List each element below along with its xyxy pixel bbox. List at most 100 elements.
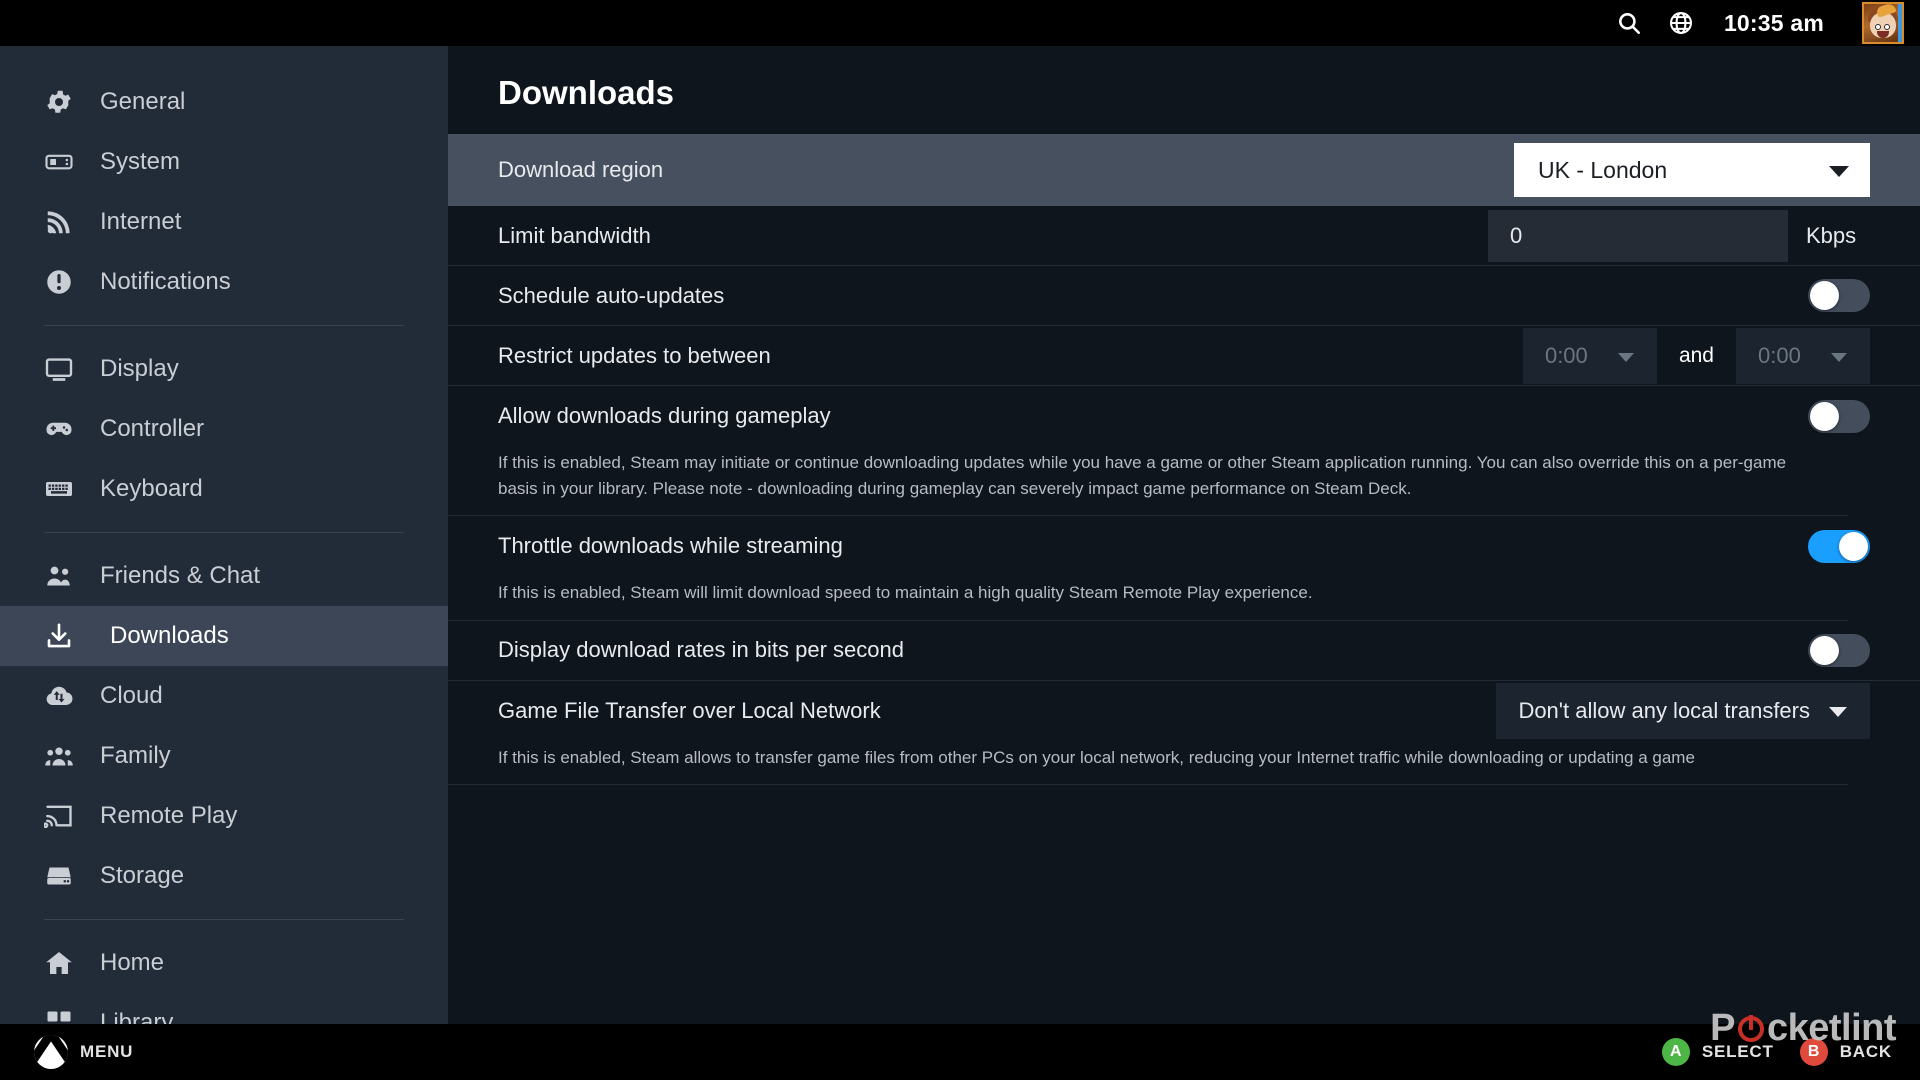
people-icon xyxy=(44,561,74,591)
sidebar-item-friends-chat[interactable]: Friends & Chat xyxy=(0,546,448,606)
sidebar-item-notifications[interactable]: Notifications xyxy=(0,252,448,312)
bits-per-second-toggle[interactable] xyxy=(1808,633,1870,667)
allow-downloads-gameplay-control[interactable] xyxy=(1808,399,1870,433)
avatar-eye-right xyxy=(1883,23,1890,30)
game-file-transfer-value: Don't allow any local transfers xyxy=(1518,697,1810,723)
limit-bandwidth-label: Limit bandwidth xyxy=(498,222,651,248)
schedule-auto-updates-toggle[interactable] xyxy=(1808,279,1870,312)
allow-downloads-gameplay-toggle[interactable] xyxy=(1808,399,1870,433)
restrict-updates-and-label: and xyxy=(1678,343,1714,367)
sidebar-item-remote-play[interactable]: Remote Play xyxy=(0,786,448,846)
bits-per-second-control[interactable] xyxy=(1808,633,1870,667)
schedule-auto-updates-control[interactable] xyxy=(1808,279,1870,312)
top-bar-icons: 10:35 am xyxy=(1616,2,1904,44)
select-action[interactable]: A SELECT xyxy=(1661,1038,1774,1066)
download-region-value: UK - London xyxy=(1538,156,1668,183)
throttle-streaming-label: Throttle downloads while streaming xyxy=(498,533,843,558)
game-file-transfer-control[interactable]: Don't allow any local transfers xyxy=(1496,682,1870,739)
row-throttle-streaming[interactable]: Throttle downloads while streaming xyxy=(448,516,1920,576)
limit-bandwidth-input[interactable]: 0 xyxy=(1488,209,1788,262)
sidebar-item-keyboard[interactable]: Keyboard xyxy=(0,459,448,519)
toggle-knob xyxy=(1810,401,1839,431)
sidebar-item-family[interactable]: Family xyxy=(0,726,448,786)
sidebar-item-downloads[interactable]: Downloads xyxy=(0,606,448,666)
sidebar-item-label: Friends & Chat xyxy=(100,562,261,589)
sidebar-item-system[interactable]: System xyxy=(0,132,448,192)
sidebar-item-label: Controller xyxy=(100,415,205,442)
top-bar: 10:35 am xyxy=(0,0,1920,46)
sidebar-item-label: Keyboard xyxy=(100,475,203,502)
sidebar-item-label: Home xyxy=(100,949,165,976)
download-region-control[interactable]: UK - London xyxy=(1514,143,1870,197)
row-bits-per-second[interactable]: Display download rates in bits per secon… xyxy=(448,621,1920,681)
keyboard-icon xyxy=(44,474,74,504)
row-game-file-transfer[interactable]: Game File Transfer over Local Network Do… xyxy=(448,681,1920,741)
sidebar-item-label: Internet xyxy=(100,208,182,235)
sidebar-item-display[interactable]: Display xyxy=(0,339,448,399)
throttle-streaming-description: If this is enabled, Steam will limit dow… xyxy=(448,576,1848,621)
download-region-dropdown[interactable]: UK - London xyxy=(1514,143,1870,197)
download-icon xyxy=(44,621,74,651)
sidebar-item-label: Cloud xyxy=(100,682,163,709)
sidebar-item-label: System xyxy=(100,148,181,175)
row-download-region[interactable]: Download region UK - London xyxy=(448,134,1920,206)
menu-button[interactable]: MENU xyxy=(34,1035,133,1069)
restrict-updates-control[interactable]: 0:00 and 0:00 xyxy=(1522,327,1870,384)
game-file-transfer-label: Game File Transfer over Local Network xyxy=(498,697,881,723)
restrict-updates-from-dropdown[interactable]: 0:00 xyxy=(1522,327,1657,384)
sidebar-item-controller[interactable]: Controller xyxy=(0,399,448,459)
schedule-auto-updates-label: Schedule auto-updates xyxy=(498,282,725,308)
throttle-streaming-toggle[interactable] xyxy=(1808,529,1870,563)
row-restrict-updates[interactable]: Restrict updates to between 0:00 and 0:0… xyxy=(448,326,1920,386)
gamepad-icon xyxy=(44,414,74,444)
gear-icon xyxy=(44,87,74,117)
select-label: SELECT xyxy=(1701,1042,1774,1061)
clock: 10:35 am xyxy=(1723,9,1824,36)
bottom-bar-left: MENU xyxy=(34,1035,133,1069)
sidebar-divider xyxy=(44,532,404,533)
sidebar-item-home[interactable]: Home xyxy=(0,933,448,993)
restrict-updates-to-dropdown[interactable]: 0:00 xyxy=(1736,327,1870,384)
home-icon xyxy=(44,948,74,978)
sidebar-item-label: Storage xyxy=(100,862,185,889)
back-label: BACK xyxy=(1839,1042,1892,1061)
steam-deck-settings-screen: 10:35 am General System Internet Notific… xyxy=(0,0,1920,1080)
b-button-icon: B xyxy=(1799,1038,1828,1066)
monitor-icon xyxy=(44,354,74,384)
sidebar-item-label: Notifications xyxy=(100,268,231,295)
page-title: Downloads xyxy=(498,74,675,111)
alert-icon xyxy=(44,267,74,297)
sidebar-item-general[interactable]: General xyxy=(0,72,448,132)
search-icon[interactable] xyxy=(1616,10,1642,36)
sidebar-item-label: Library xyxy=(100,1009,174,1024)
bits-per-second-label: Display download rates in bits per secon… xyxy=(498,637,905,662)
avatar[interactable] xyxy=(1862,2,1904,44)
chevron-down-icon xyxy=(1617,343,1635,369)
throttle-streaming-control[interactable] xyxy=(1808,529,1870,563)
bottom-bar-right: A SELECT B BACK xyxy=(1661,1038,1892,1066)
sidebar-item-label: Remote Play xyxy=(100,802,238,829)
sidebar-divider xyxy=(44,325,404,326)
cloud-sync-icon xyxy=(44,681,74,711)
family-icon xyxy=(44,741,74,771)
sidebar-item-cloud[interactable]: Cloud xyxy=(0,666,448,726)
sidebar-item-internet[interactable]: Internet xyxy=(0,192,448,252)
globe-icon[interactable] xyxy=(1668,10,1694,36)
back-action[interactable]: B BACK xyxy=(1799,1038,1892,1066)
game-file-transfer-description: If this is enabled, Steam allows to tran… xyxy=(448,741,1848,785)
allow-downloads-gameplay-label: Allow downloads during gameplay xyxy=(498,403,831,428)
sidebar-item-label: General xyxy=(100,88,186,115)
cast-icon xyxy=(44,801,74,831)
sidebar-item-library[interactable]: Library xyxy=(0,993,448,1024)
toggle-knob xyxy=(1810,635,1839,665)
a-button-icon: A xyxy=(1661,1038,1690,1066)
game-file-transfer-dropdown[interactable]: Don't allow any local transfers xyxy=(1496,682,1870,739)
row-schedule-auto-updates[interactable]: Schedule auto-updates xyxy=(448,266,1920,326)
restrict-updates-to-value: 0:00 xyxy=(1758,342,1801,368)
xbox-logo-icon xyxy=(34,1035,68,1069)
bottom-bar: MENU A SELECT B BACK xyxy=(0,1024,1920,1080)
row-limit-bandwidth[interactable]: Limit bandwidth 0 Kbps xyxy=(448,206,1920,266)
row-allow-downloads-gameplay[interactable]: Allow downloads during gameplay xyxy=(448,386,1920,446)
sidebar-item-storage[interactable]: Storage xyxy=(0,846,448,906)
limit-bandwidth-control[interactable]: 0 Kbps xyxy=(1488,209,1870,262)
